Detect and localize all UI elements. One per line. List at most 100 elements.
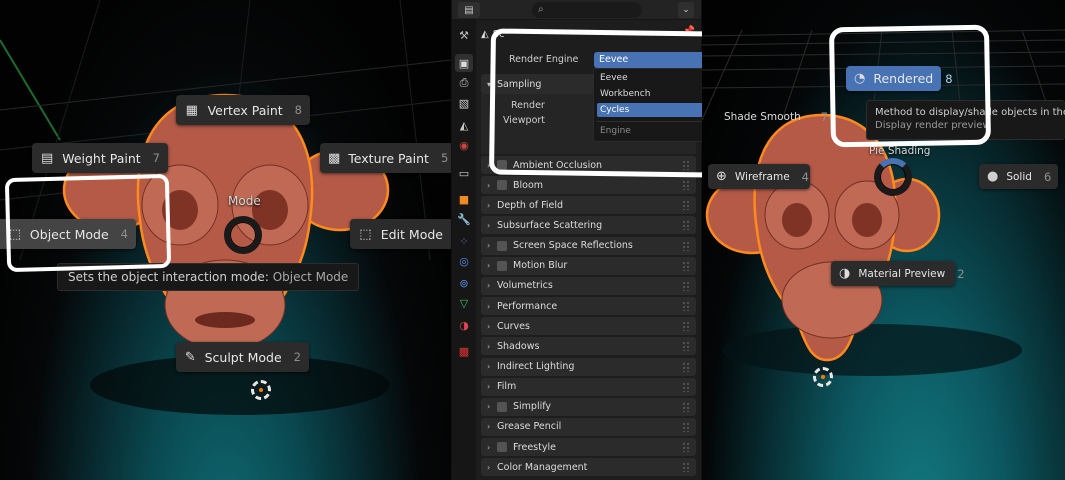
- physics-tab-icon[interactable]: ◎: [455, 252, 473, 270]
- properties-search-field[interactable]: ⌕: [532, 2, 642, 18]
- drag-handle-icon[interactable]: [682, 240, 690, 251]
- scene-icon: ◭: [481, 28, 489, 40]
- options-dropdown-button[interactable]: ⌄: [678, 2, 694, 18]
- search-icon: ⌕: [538, 4, 544, 15]
- pie-item-shade-smooth[interactable]: Shade Smooth 7: [716, 104, 836, 129]
- panel-enable-checkbox[interactable]: [497, 442, 507, 453]
- pie-item-label: Edit Mode: [380, 226, 443, 242]
- output-tab-icon[interactable]: ⎙: [455, 74, 473, 92]
- panel-label: Bloom: [513, 179, 544, 191]
- properties-tabs: ⚒ ▣ ⎙ ▧ ◭ ◉ ▭ ■ 🔧 ⁘ ◎ ⊚ ▽ ◑ ▩: [452, 20, 476, 480]
- pie-item-edit-mode[interactable]: ⬚ Edit Mode: [350, 219, 451, 249]
- panel-enable-checkbox[interactable]: [497, 240, 507, 251]
- solid-icon: ●: [987, 169, 999, 184]
- drag-handle-icon[interactable]: [682, 341, 690, 352]
- drag-handle-icon[interactable]: [682, 381, 690, 392]
- chevron-right-icon: ›: [487, 382, 491, 392]
- vertex-paint-icon: ▦: [185, 102, 198, 118]
- pie-item-hotkey: 7: [152, 151, 160, 165]
- panel-label: Color Management: [497, 461, 588, 473]
- panel-enable-checkbox[interactable]: [497, 260, 507, 271]
- panel-label: Subsurface Scattering: [497, 219, 603, 231]
- panel-label: Indirect Lighting: [497, 361, 575, 372]
- particles-tab-icon[interactable]: ⁘: [455, 232, 473, 250]
- panel-subsurface-scattering[interactable]: › Subsurface Scattering: [481, 216, 696, 235]
- panel-freestyle[interactable]: › Freestyle: [481, 438, 696, 457]
- drag-handle-icon[interactable]: [682, 421, 690, 432]
- object-tab-icon[interactable]: ■: [455, 190, 473, 208]
- drag-handle-icon[interactable]: [682, 401, 690, 412]
- pie-item-vertex-paint[interactable]: ▦ Vertex Paint 8: [176, 95, 310, 125]
- drag-handle-icon[interactable]: [682, 361, 690, 372]
- pie-item-material-preview[interactable]: ◑ Material Preview 2: [831, 261, 965, 286]
- panel-enable-checkbox[interactable]: [497, 180, 507, 191]
- panel-bloom[interactable]: › Bloom: [481, 176, 696, 195]
- drag-handle-icon[interactable]: [682, 442, 690, 453]
- constraints-tab-icon[interactable]: ⊚: [455, 274, 473, 292]
- panel-depth-of-field[interactable]: › Depth of Field: [481, 196, 696, 215]
- panel-volumetrics[interactable]: › Volumetrics: [481, 276, 696, 295]
- panel-indirect-lighting[interactable]: › Indirect Lighting: [481, 357, 696, 376]
- pie-item-label: Sculpt Mode: [204, 349, 282, 365]
- chevron-right-icon: ›: [487, 180, 491, 190]
- pie-menu-title: Mode: [228, 194, 261, 208]
- material-tab-icon[interactable]: ◑: [455, 316, 473, 334]
- pie-item-hotkey: 5: [440, 151, 449, 165]
- texture-tab-icon[interactable]: ▩: [455, 342, 473, 360]
- viewport-right[interactable]: Pie Shading ◔ Rendered 8 Shade Smooth 7 …: [702, 0, 1065, 480]
- pie-center-ring: [874, 158, 912, 196]
- scene-tab-icon[interactable]: ◭: [455, 116, 473, 134]
- drag-handle-icon[interactable]: [682, 200, 690, 211]
- data-tab-icon[interactable]: ▽: [455, 294, 473, 312]
- drag-handle-icon[interactable]: [682, 321, 690, 332]
- panel-color-management[interactable]: › Color Management: [481, 458, 696, 477]
- drag-handle-icon[interactable]: [682, 180, 690, 191]
- tool-tab-icon[interactable]: ⚒: [455, 26, 473, 44]
- pie-item-label: Wireframe: [734, 170, 790, 183]
- pie-item-hotkey: 4: [801, 169, 809, 184]
- material-preview-icon: ◑: [839, 266, 851, 281]
- world-tab-icon[interactable]: ◉: [455, 136, 473, 154]
- pie-item-sculpt-mode[interactable]: ✎ Sculpt Mode 2: [176, 342, 309, 372]
- drag-handle-icon[interactable]: [682, 220, 690, 231]
- panel-screen-space-reflections[interactable]: › Screen Space Reflections: [481, 236, 696, 255]
- 3d-cursor[interactable]: [813, 367, 833, 387]
- pie-item-wireframe[interactable]: ⊕ Wireframe 4: [708, 164, 810, 189]
- view-layer-tab-icon[interactable]: ▧: [455, 94, 473, 112]
- panel-motion-blur[interactable]: › Motion Blur: [481, 256, 696, 275]
- editor-type-button[interactable]: ▤: [458, 2, 480, 18]
- drag-handle-icon[interactable]: [682, 280, 690, 291]
- panel-grease-pencil[interactable]: › Grease Pencil: [481, 417, 696, 436]
- pie-item-texture-paint[interactable]: ▩ Texture Paint 5: [320, 143, 451, 173]
- render-tab-icon[interactable]: ▣: [455, 54, 473, 72]
- drag-handle-icon[interactable]: [682, 301, 690, 312]
- pie-center-ring: [224, 216, 262, 254]
- 3d-cursor[interactable]: [251, 380, 271, 400]
- pie-item-hotkey: 2: [293, 350, 301, 364]
- chevron-right-icon: ›: [487, 261, 491, 271]
- panel-film[interactable]: › Film: [481, 377, 696, 396]
- chevron-right-icon: ›: [487, 321, 491, 331]
- pie-item-weight-paint[interactable]: ▤ Weight Paint 7: [32, 143, 168, 173]
- drag-handle-icon[interactable]: [682, 260, 690, 271]
- pie-item-hotkey: 8: [294, 103, 302, 117]
- panel-shadows[interactable]: › Shadows: [481, 337, 696, 356]
- drag-handle-icon[interactable]: [682, 462, 690, 473]
- pie-item-label: Weight Paint: [62, 150, 141, 166]
- pie-item-hotkey: 7: [820, 109, 828, 124]
- chevron-right-icon: ›: [487, 402, 491, 412]
- wireframe-icon: ⊕: [716, 169, 727, 184]
- pie-item-solid[interactable]: ● Solid 6: [979, 164, 1058, 189]
- chevron-right-icon: ›: [487, 281, 491, 291]
- pie-menu-title: Pie Shading: [869, 145, 931, 157]
- collection-tab-icon[interactable]: ▭: [455, 164, 473, 182]
- viewport-left[interactable]: Mode ▦ Vertex Paint 8 ▤ Weight Paint 7 ▩…: [0, 0, 451, 480]
- modifier-tab-icon[interactable]: 🔧: [455, 210, 473, 228]
- annotation-highlight-rendered: [828, 24, 992, 148]
- panel-curves[interactable]: › Curves: [481, 317, 696, 336]
- panel-simplify[interactable]: › Simplify: [481, 397, 696, 416]
- panel-label: Screen Space Reflections: [513, 240, 633, 252]
- properties-editor[interactable]: ▤ ⌕ ⌄ ⚒ ▣ ⎙ ▧ ◭ ◉ ▭ ■ 🔧 ⁘ ◎ ⊚ ▽ ◑ ▩ ◭ Sc…: [451, 0, 720, 480]
- panel-performance[interactable]: › Performance: [481, 297, 696, 316]
- panel-enable-checkbox[interactable]: [497, 401, 507, 412]
